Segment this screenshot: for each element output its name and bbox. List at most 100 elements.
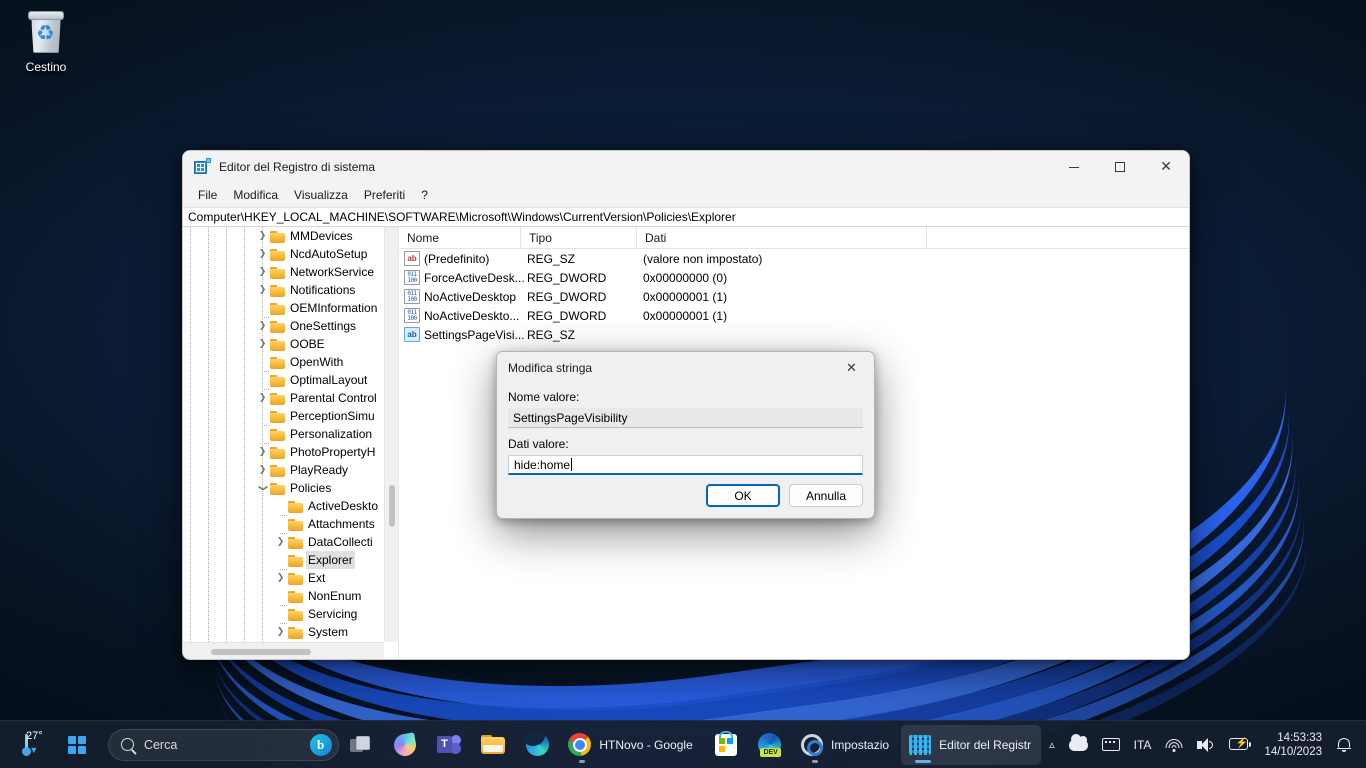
cancel-button[interactable]: Annulla — [789, 484, 863, 507]
dialog-button-row[interactable]: OK Annulla — [706, 484, 863, 507]
tree-item-explorer[interactable]: Explorer — [183, 551, 384, 570]
menu-help[interactable]: ? — [414, 185, 435, 205]
menu-preferiti[interactable]: Preferiti — [357, 185, 412, 205]
chevron-right-icon[interactable]: ❯ — [255, 281, 270, 299]
table-row[interactable]: 011 100 NoActiveDesktop REG_DWORD 0x0000000… — [399, 287, 1189, 306]
tree-item-policies[interactable]: ❯ Policies — [183, 479, 384, 497]
system-tray[interactable]: ▵ ITA ⚡ 14:53:33 14/10/2023 — [1042, 721, 1366, 768]
close-button[interactable]: ✕ — [1143, 151, 1189, 183]
tray-battery-button[interactable]: ⚡ — [1222, 725, 1258, 765]
tree-item-onesettings[interactable]: ❯ OneSettings — [183, 317, 384, 335]
column-header-tipo[interactable]: Tipo — [521, 227, 637, 249]
tree-vertical-scrollbar[interactable] — [384, 227, 398, 642]
tree-item-perceptionsimu[interactable]: PerceptionSimu — [183, 407, 384, 426]
chevron-right-icon[interactable]: ❯ — [255, 227, 270, 245]
tree-item-mmdevices[interactable]: ❯ MMDevices — [183, 227, 384, 245]
chevron-right-icon[interactable]: ❯ — [273, 533, 288, 551]
taskbar[interactable]: ▼ 27° Cerca b T HTNovo - Google DEV Impo… — [0, 720, 1366, 768]
menu-modifica[interactable]: Modifica — [226, 185, 285, 205]
menubar[interactable]: File Modifica Visualizza Preferiti ? — [183, 183, 1189, 207]
tree-item-networkservice[interactable]: ❯ NetworkService — [183, 263, 384, 281]
chevron-down-icon[interactable]: ❯ — [254, 481, 272, 496]
taskbar-search-box[interactable]: Cerca b — [107, 728, 339, 761]
tree-item-photopropertyh[interactable]: ❯ PhotoPropertyH — [183, 443, 384, 461]
dialog-titlebar[interactable]: Modifica stringa ✕ — [497, 352, 874, 384]
tree-item-optimallayout[interactable]: OptimalLayout — [183, 371, 384, 390]
tree-item-servicing[interactable]: Servicing — [183, 605, 384, 624]
chevron-right-icon[interactable]: ❯ — [255, 263, 270, 281]
bing-icon[interactable]: b — [309, 733, 332, 756]
taskbar-app-copilot[interactable] — [384, 725, 426, 765]
tree-horizontal-scrollbar[interactable] — [183, 642, 384, 659]
tree-item-activedeskto[interactable]: ActiveDeskto — [183, 497, 384, 516]
tray-language-button[interactable]: ITA — [1127, 725, 1159, 765]
edit-string-dialog[interactable]: Modifica stringa ✕ Nome valore: Settings… — [496, 351, 875, 519]
chevron-right-icon[interactable]: ❯ — [255, 245, 270, 263]
start-button[interactable] — [56, 725, 98, 765]
tree-item-oobe[interactable]: ❯ OOBE — [183, 335, 384, 353]
value-name-input[interactable]: SettingsPageVisibility — [508, 408, 863, 428]
chevron-right-icon[interactable]: ❯ — [273, 569, 288, 587]
table-row[interactable]: ab (Predefinito) REG_SZ (valore non imposta… — [399, 249, 1189, 268]
registry-tree-list[interactable]: ❯ MMDevices ❯ NcdAutoSetup ❯ NetworkService ❯ N… — [183, 227, 384, 642]
column-header-dati[interactable]: Dati — [637, 227, 927, 249]
taskbar-app-chrome[interactable]: HTNovo - Google — [560, 725, 702, 765]
tray-onedrive-button[interactable] — [1062, 725, 1095, 765]
tree-item-attachments[interactable]: Attachments — [183, 515, 384, 534]
chevron-right-icon[interactable]: ❯ — [255, 335, 270, 353]
taskbar-weather-widget[interactable]: ▼ 27° — [2, 725, 52, 765]
column-header-nome[interactable]: Nome — [399, 227, 521, 249]
tree-item-oeminformation[interactable]: OEMInformation — [183, 299, 384, 318]
values-column-headers[interactable]: Nome Tipo Dati — [399, 227, 1189, 249]
desktop-icon-recycle-bin[interactable]: ♻ Cestino — [8, 6, 84, 74]
minimize-button[interactable] — [1051, 151, 1097, 183]
tree-item-nonenum[interactable]: NonEnum — [183, 587, 384, 606]
tree-item-datacollecti[interactable]: ❯ DataCollecti — [183, 533, 384, 551]
window-controls[interactable]: ✕ — [1051, 151, 1189, 183]
taskbar-app-file-explorer[interactable] — [472, 725, 514, 765]
tree-item-openwith[interactable]: OpenWith — [183, 353, 384, 372]
maximize-button[interactable] — [1097, 151, 1143, 183]
taskbar-app-teams[interactable]: T — [428, 725, 470, 765]
tree-item-ncdautosetup[interactable]: ❯ NcdAutoSetup — [183, 245, 384, 263]
taskbar-app-registry-editor[interactable]: Editor del Registr — [901, 724, 1042, 765]
tree-item-notifications[interactable]: ❯ Notifications — [183, 281, 384, 299]
window-titlebar[interactable]: Editor del Registro di sistema ✕ — [183, 151, 1189, 183]
taskbar-app-settings[interactable]: Impostazio — [793, 725, 899, 765]
chevron-right-icon[interactable]: ❯ — [255, 461, 270, 479]
menu-file[interactable]: File — [191, 185, 224, 205]
value-data-input[interactable]: hide:home — [508, 455, 863, 475]
tray-keyboard-button[interactable] — [1095, 725, 1127, 765]
tree-item-ext[interactable]: ❯ Ext — [183, 569, 384, 587]
table-row[interactable]: ab SettingsPageVisi... REG_SZ — [399, 325, 1189, 344]
tray-volume-button[interactable] — [1190, 725, 1222, 765]
tray-network-button[interactable] — [1158, 725, 1190, 765]
taskbar-app-microsoft-store[interactable] — [705, 725, 747, 765]
folder-icon — [270, 284, 286, 297]
taskbar-app-edge-dev[interactable]: DEV — [749, 725, 791, 765]
registry-path-bar[interactable]: Computer\HKEY_LOCAL_MACHINE\SOFTWARE\Mic… — [183, 207, 1189, 227]
dialog-close-button[interactable]: ✕ — [829, 352, 874, 384]
chevron-right-icon[interactable]: ❯ — [255, 443, 270, 461]
tree-item-system[interactable]: ❯ System — [183, 623, 384, 641]
tree-item-parental-control[interactable]: ❯ Parental Control — [183, 389, 384, 407]
tree-hscroll-thumb[interactable] — [211, 649, 311, 655]
values-list[interactable]: ab (Predefinito) REG_SZ (valore non imposta… — [399, 249, 1189, 344]
table-row[interactable]: 011 100 ForceActiveDesk... REG_DWORD 0x0000… — [399, 268, 1189, 287]
chevron-right-icon[interactable]: ❯ — [255, 317, 270, 335]
chevron-right-icon[interactable]: ❯ — [255, 389, 270, 407]
registry-tree-pane[interactable]: ❯ MMDevices ❯ NcdAutoSetup ❯ NetworkService ❯ N… — [183, 227, 399, 659]
table-row[interactable]: 011 100 NoActiveDeskto... REG_DWORD 0x00000… — [399, 306, 1189, 325]
tray-notifications-button[interactable] — [1330, 725, 1358, 765]
taskbar-clock[interactable]: 14:53:33 14/10/2023 — [1258, 731, 1330, 759]
ok-button[interactable]: OK — [706, 484, 780, 507]
tree-item-personalization[interactable]: Personalization — [183, 425, 384, 444]
taskbar-app-edge[interactable] — [516, 725, 558, 765]
tree-vscroll-thumb[interactable] — [389, 485, 395, 527]
tree-item-playready[interactable]: ❯ PlayReady — [183, 461, 384, 479]
desktop[interactable]: ♻ Cestino Editor del Registro di sistema… — [0, 0, 1366, 768]
menu-visualizza[interactable]: Visualizza — [287, 185, 355, 205]
tray-overflow-button[interactable]: ▵ — [1042, 725, 1062, 765]
taskbar-app-task-view[interactable] — [340, 725, 382, 765]
chevron-right-icon[interactable]: ❯ — [273, 623, 288, 641]
